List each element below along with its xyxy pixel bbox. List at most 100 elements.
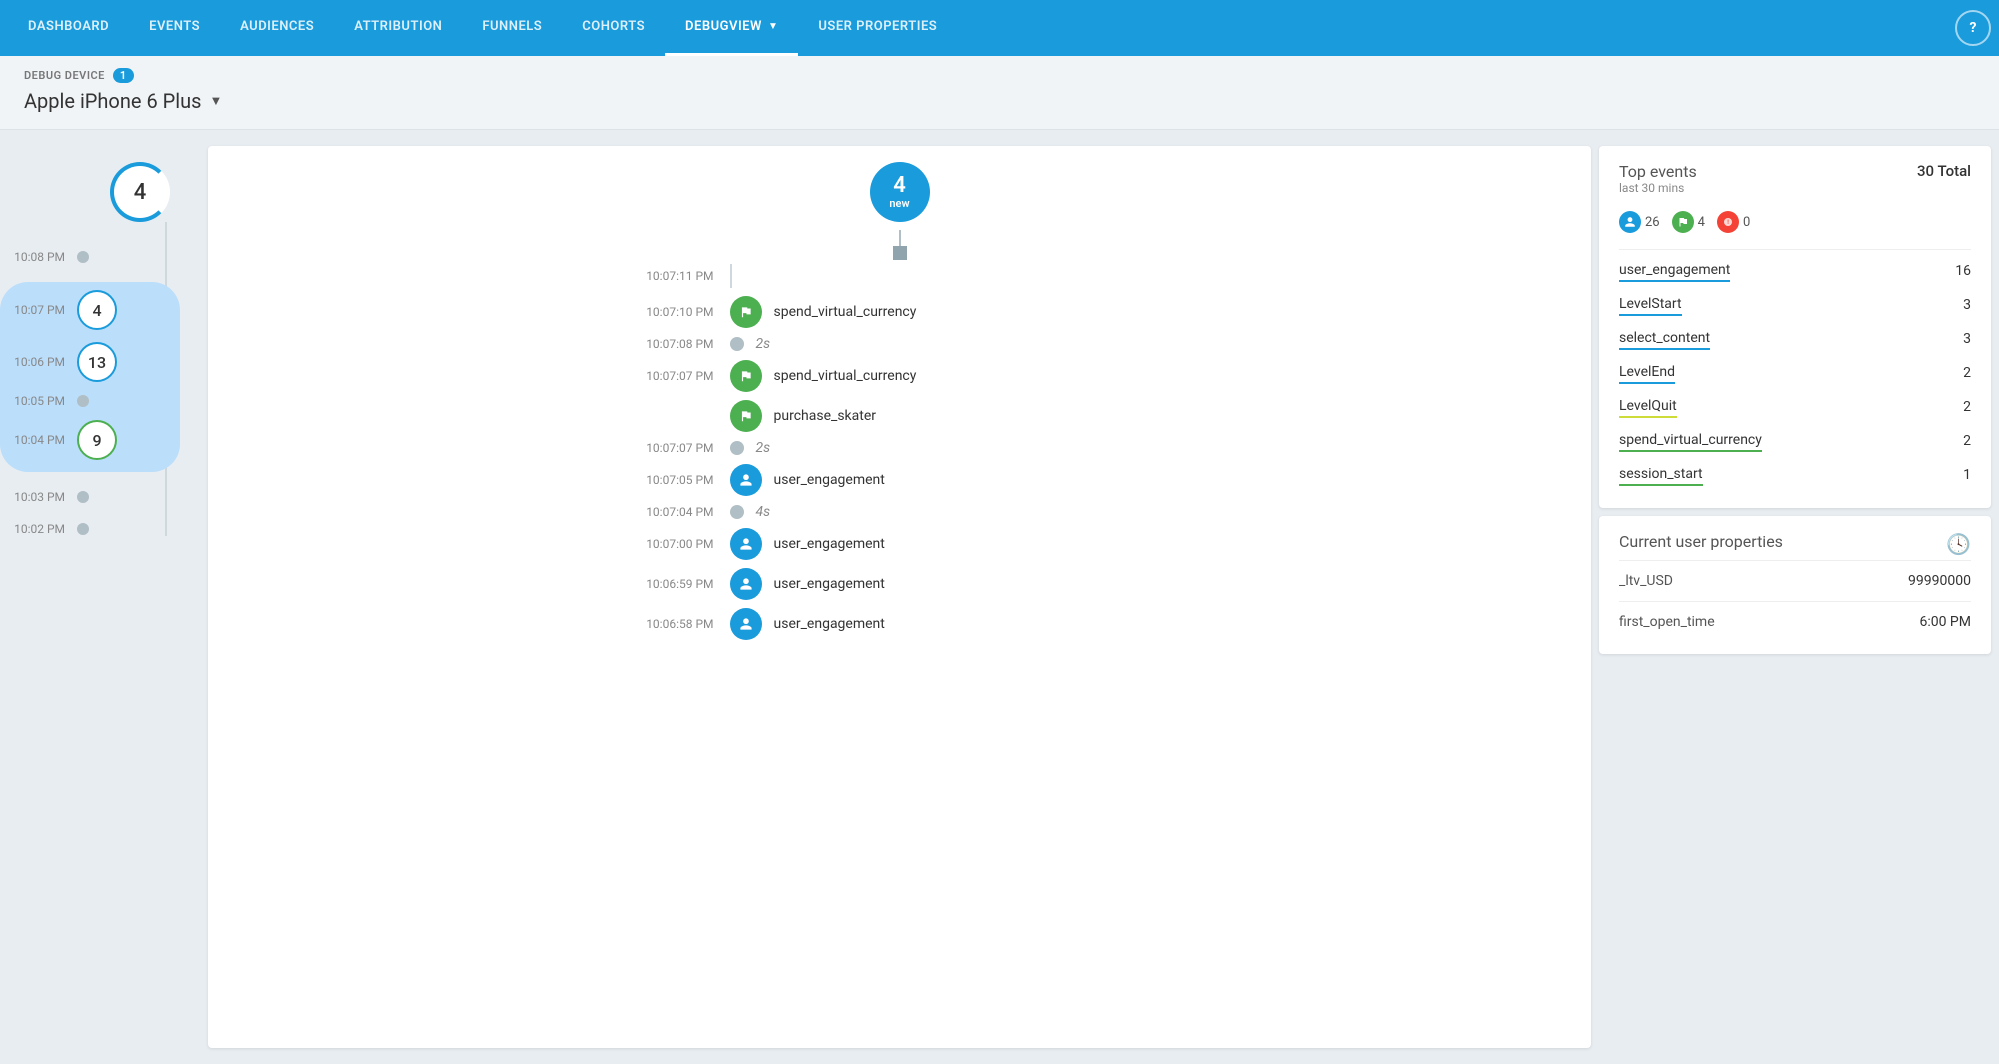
green-flag-icon-1 — [730, 296, 762, 328]
event-row-gap1: 10:07:08 PM 2s — [600, 336, 1200, 352]
event-name-100658: user_engagement — [762, 616, 885, 632]
event-time-100659: 10:06:59 PM — [600, 577, 730, 591]
nav-item-cohorts[interactable]: COHORTS — [562, 0, 665, 56]
nav-item-user-properties[interactable]: USER PROPERTIES — [798, 0, 957, 56]
event-list-count-3: 2 — [1963, 365, 1971, 381]
event-time-100658: 10:06:58 PM — [600, 617, 730, 631]
event-connector — [730, 264, 732, 288]
history-icon[interactable]: 🕓 — [1946, 532, 1971, 556]
device-selector[interactable]: Apple iPhone 6 Plus ▼ — [24, 89, 1975, 113]
top-events-title-group: Top events last 30 mins — [1619, 162, 1697, 207]
time-label-1005: 10:05 PM — [0, 394, 65, 408]
time-label-1008: 10:08 PM — [0, 250, 65, 264]
event-row-100711: 10:07:11 PM — [600, 264, 1200, 288]
prop-row-0: _ltv_USD 99990000 — [1619, 565, 1971, 597]
event-list: user_engagement 16 LevelStart 3 select_c… — [1619, 254, 1971, 492]
timeline-row-1007: 10:07 PM 4 — [0, 290, 180, 330]
event-name-purchase: purchase_skater — [762, 408, 877, 424]
red-count-circle: ! — [1717, 211, 1739, 233]
nav-item-debugview[interactable]: DEBUGVIEW ▼ — [665, 0, 798, 56]
timeline-row-1004: 10:04 PM 9 — [0, 420, 180, 460]
event-row-purchase[interactable]: purchase_skater — [600, 400, 1200, 432]
gap-dot-2 — [730, 441, 744, 455]
time-label-1006: 10:06 PM — [0, 355, 65, 369]
event-list-row-6[interactable]: session_start 1 — [1619, 458, 1971, 492]
right-panel: Top events last 30 mins 30 Total 26 4 — [1599, 146, 1999, 1048]
event-list-name-4: LevelQuit — [1619, 398, 1677, 416]
event-gap-1: 2s — [744, 336, 771, 352]
top-events-header: Top events last 30 mins 30 Total — [1619, 162, 1971, 207]
timeline-row-1006: 10:06 PM 13 — [0, 342, 180, 382]
new-events-badge: 4 new — [870, 162, 930, 222]
event-time-100710: 10:07:10 PM — [600, 305, 730, 319]
nav-item-audiences[interactable]: AUDIENCES — [220, 0, 334, 56]
nav-item-dashboard[interactable]: DASHBOARD — [8, 0, 129, 56]
event-list-name-1: LevelStart — [1619, 296, 1682, 314]
event-list-count-0: 16 — [1955, 263, 1971, 279]
prop-row-1: first_open_time 6:00 PM — [1619, 606, 1971, 638]
green-count-circle — [1672, 211, 1694, 233]
event-list-row-2[interactable]: select_content 3 — [1619, 322, 1971, 356]
timeline-row-1003: 10:03 PM — [0, 490, 180, 504]
nav-item-events[interactable]: EVENTS — [129, 0, 220, 56]
event-list-row-3[interactable]: LevelEnd 2 — [1619, 356, 1971, 390]
event-list-row-0[interactable]: user_engagement 16 — [1619, 254, 1971, 288]
blue-user-icon-4 — [730, 608, 762, 640]
event-list-row-5[interactable]: spend_virtual_currency 2 — [1619, 424, 1971, 458]
gap-dot-3 — [730, 505, 744, 519]
timeline-dot-1003 — [77, 491, 89, 503]
top-events-total: 30 Total — [1917, 162, 1971, 180]
debug-count-badge: 1 — [113, 68, 134, 83]
event-name-100700: user_engagement — [762, 536, 885, 552]
event-row-100658[interactable]: 10:06:58 PM user_engagement — [600, 608, 1200, 640]
timeline-dot-1005 — [77, 395, 89, 407]
timeline-bubble-1004[interactable]: 9 — [77, 420, 117, 460]
divider-2 — [1619, 560, 1971, 561]
event-list-row-1[interactable]: LevelStart 3 — [1619, 288, 1971, 322]
user-properties-card: Current user properties 🕓 _ltv_USD 99990… — [1599, 516, 1991, 654]
top-navigation: DASHBOARD EVENTS AUDIENCES ATTRIBUTION F… — [0, 0, 1999, 56]
timeline-dot-1002 — [77, 523, 89, 535]
event-gap-3: 4s — [744, 504, 771, 520]
blue-user-icon-3 — [730, 568, 762, 600]
event-list-name-6: session_start — [1619, 466, 1703, 484]
timeline-row-1002: 10:02 PM — [0, 522, 180, 536]
event-name-100708: spend_virtual_currency — [762, 368, 917, 384]
event-row-100705[interactable]: 10:07:05 PM user_engagement — [600, 464, 1200, 496]
event-list-name-0: user_engagement — [1619, 262, 1730, 280]
time-label-1004: 10:04 PM — [0, 433, 65, 447]
blue-count-badge: 26 — [1619, 211, 1660, 233]
event-name-100705: user_engagement — [762, 472, 885, 488]
divider-1 — [1619, 249, 1971, 250]
event-time-100711: 10:07:11 PM — [600, 269, 730, 283]
event-list-row-4[interactable]: LevelQuit 2 — [1619, 390, 1971, 424]
event-list-count-5: 2 — [1963, 433, 1971, 449]
timeline-bubble-1006[interactable]: 13 — [77, 342, 117, 382]
event-row-100700[interactable]: 10:07:00 PM user_engagement — [600, 528, 1200, 560]
prop-key-0: _ltv_USD — [1619, 573, 1673, 589]
event-time-100700: 10:07:00 PM — [600, 537, 730, 551]
event-row-100659[interactable]: 10:06:59 PM user_engagement — [600, 568, 1200, 600]
event-list-name-5: spend_virtual_currency — [1619, 432, 1762, 450]
left-timeline: -- 4 10:08 PM 10:07 PM 4 — [0, 146, 200, 1048]
gap-dot-1 — [730, 337, 744, 351]
nav-item-funnels[interactable]: FUNNELS — [462, 0, 562, 56]
event-gap-2: 2s — [744, 440, 771, 456]
event-time-100707: 10:07:07 PM — [600, 441, 730, 455]
nav-item-attribution[interactable]: ATTRIBUTION — [334, 0, 462, 56]
blue-user-icon-2 — [730, 528, 762, 560]
event-time-100705: 10:07:05 PM — [600, 473, 730, 487]
event-list-count-1: 3 — [1963, 297, 1971, 313]
debug-device-label: DEBUG DEVICE 1 — [24, 68, 1975, 83]
timeline-bubble-1007[interactable]: 4 — [77, 290, 117, 330]
help-button[interactable]: ? — [1955, 10, 1991, 46]
subheader: DEBUG DEVICE 1 Apple iPhone 6 Plus ▼ — [0, 56, 1999, 130]
prop-key-1: first_open_time — [1619, 614, 1715, 630]
device-dropdown-arrow: ▼ — [209, 93, 222, 109]
middle-panel: 4 new 10:07:11 PM 10:07:10 PM spend_virt… — [208, 146, 1591, 1048]
event-list-count-2: 3 — [1963, 331, 1971, 347]
timeline-top-circle: 4 — [110, 162, 170, 222]
event-row-100708[interactable]: 10:07:07 PM spend_virtual_currency — [600, 360, 1200, 392]
event-name-100659: user_engagement — [762, 576, 885, 592]
event-row-100710[interactable]: 10:07:10 PM spend_virtual_currency — [600, 296, 1200, 328]
